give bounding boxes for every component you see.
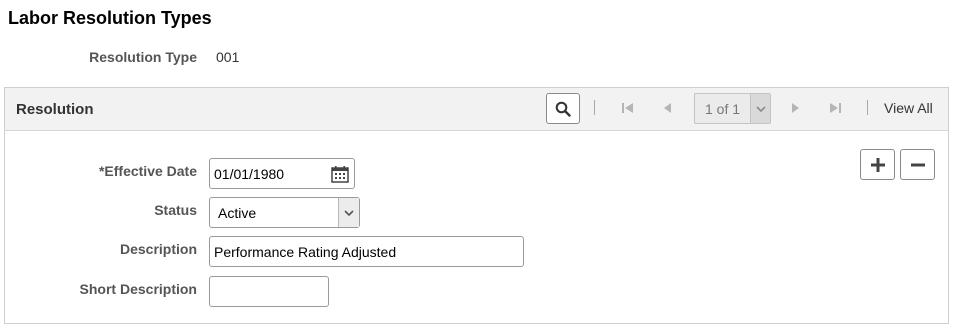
effective-date-label: *Effective Date (98, 163, 197, 179)
status-label: Status (154, 202, 197, 218)
short-description-field[interactable] (209, 276, 329, 307)
description-value: Performance Rating Adjusted (214, 244, 397, 260)
short-description-label: Short Description (79, 281, 197, 297)
resolution-panel: Resolution 1 of 1 View All *Effective Da… (4, 87, 949, 324)
next-button[interactable] (787, 100, 803, 116)
chevron-down-icon (344, 209, 354, 216)
previous-button[interactable] (660, 100, 676, 116)
last-page-button[interactable] (827, 100, 843, 116)
page-title: Labor Resolution Types (8, 8, 212, 28)
add-row-button[interactable] (860, 149, 895, 180)
resolution-type-label: Resolution Type (89, 49, 197, 65)
row-select[interactable]: 1 of 1 (694, 93, 771, 124)
minus-icon (910, 163, 925, 166)
separator (867, 100, 868, 115)
row-indicator: 1 of 1 (705, 101, 741, 117)
resolution-type-value: 001 (216, 49, 240, 65)
status-value: Active (218, 205, 257, 221)
view-all-link[interactable]: View All (884, 100, 933, 116)
first-page-icon (622, 103, 633, 113)
effective-date-field[interactable]: 01/01/1980 (209, 158, 355, 189)
description-field[interactable]: Performance Rating Adjusted (209, 236, 524, 267)
next-icon (792, 103, 799, 113)
plus-icon (870, 157, 885, 172)
status-select[interactable]: Active (209, 197, 360, 228)
separator (594, 100, 595, 115)
row-select-dropdown[interactable] (750, 94, 770, 123)
chevron-down-icon (755, 105, 766, 112)
first-page-button[interactable] (620, 100, 636, 116)
panel-header: Resolution 1 of 1 View All (5, 88, 948, 131)
description-label: Description (119, 241, 197, 257)
search-button[interactable] (546, 93, 580, 124)
calendar-icon (331, 166, 349, 183)
calendar-button[interactable] (330, 164, 350, 184)
last-page-icon (830, 103, 841, 113)
search-icon (555, 101, 571, 117)
panel-title: Resolution (16, 101, 94, 118)
previous-icon (664, 103, 671, 113)
status-dropdown-button[interactable] (338, 198, 359, 227)
effective-date-value: 01/01/1980 (214, 166, 285, 182)
delete-row-button[interactable] (900, 149, 935, 180)
